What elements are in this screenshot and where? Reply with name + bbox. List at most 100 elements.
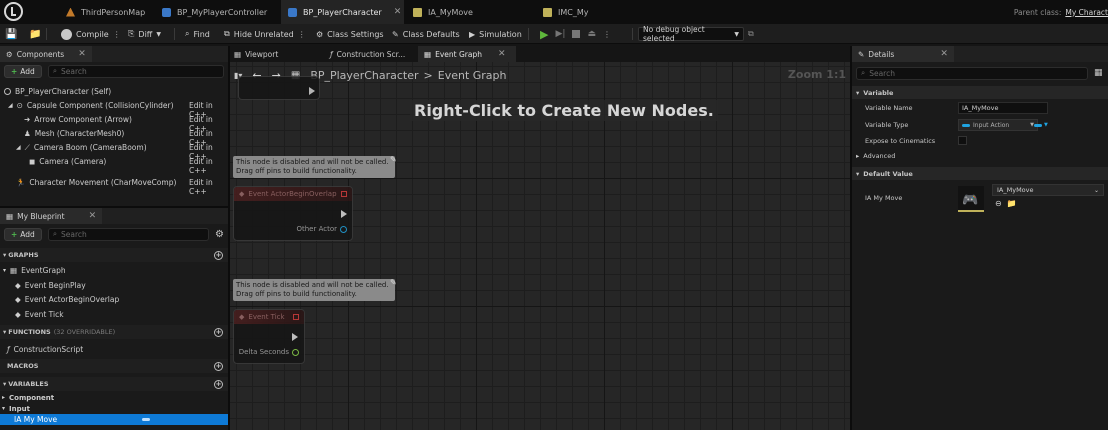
tab-construction-script[interactable]: ƒ Construction Scr...	[328, 46, 418, 62]
parent-class-link[interactable]: My Charact	[1065, 8, 1108, 17]
output-pin[interactable]: Other Actor	[296, 225, 347, 233]
browse-icon[interactable]: 📁	[1007, 199, 1017, 208]
add-member-button[interactable]: + Add	[4, 227, 42, 241]
component-item[interactable]: ◢ ⊙ Capsule Component (CollisionCylinder…	[8, 99, 174, 112]
advance-frame-icon[interactable]: ▶|	[555, 29, 565, 39]
event-item[interactable]: ◆ Event ActorBeginOverlap	[15, 293, 119, 306]
component-item[interactable]: ➜ Arrow Component (Arrow)	[24, 113, 132, 126]
edit-in-cpp-link[interactable]: Edit in C++	[189, 157, 228, 175]
component-item[interactable]: 🏃 Character Movement (CharMoveComp)	[16, 176, 176, 189]
variable-item-selected[interactable]: IA My Move	[0, 414, 228, 425]
gear-icon[interactable]: ⚙	[215, 229, 224, 240]
delegate-pin-icon[interactable]	[293, 314, 299, 320]
tab-viewport[interactable]: ▦ Viewport	[230, 46, 328, 62]
tab-bp-playercharacter[interactable]: BP_PlayerCharacter ✕	[281, 0, 404, 24]
add-graph-icon[interactable]: +	[214, 250, 223, 260]
panel-divider[interactable]	[850, 46, 852, 430]
exec-pin-icon[interactable]	[292, 333, 298, 341]
component-item[interactable]: ◼ Camera (Camera)	[29, 155, 106, 168]
panel-divider[interactable]	[0, 206, 228, 208]
output-pin[interactable]: Delta Seconds	[239, 348, 299, 356]
tab-label: Event Graph	[435, 49, 482, 59]
close-icon[interactable]: ✕	[89, 211, 97, 221]
asset-picker[interactable]: IA_MyMove ⌄	[992, 184, 1104, 196]
component-item[interactable]: ◢ ⟋ Camera Boom (CameraBoom)	[16, 141, 147, 154]
tab-label: Construction Scr...	[336, 49, 406, 59]
tab-bp-myplayercontroller[interactable]: BP_MyPlayerController	[156, 0, 274, 24]
tab-components[interactable]: ⚙ Components ✕	[0, 46, 92, 62]
save-icon[interactable]: 💾	[5, 26, 17, 42]
debug-filter-icon[interactable]: ⧉	[748, 26, 754, 42]
tab-label: Viewport	[245, 49, 279, 59]
simulation-button[interactable]: ▶ Simulation	[469, 26, 522, 42]
more-options-icon[interactable]: ⋮	[113, 30, 121, 39]
use-selected-icon[interactable]: ⊖	[995, 199, 1002, 208]
event-node-beginplay[interactable]	[238, 76, 320, 100]
browse-icon[interactable]: 📁	[29, 26, 41, 42]
add-variable-icon[interactable]: +	[214, 379, 223, 389]
my-blueprint-search-input[interactable]: ⌕ Search	[47, 227, 210, 241]
stop-icon[interactable]	[572, 30, 581, 38]
eject-icon[interactable]: ⏏	[587, 29, 596, 39]
close-icon[interactable]: ✕	[394, 7, 402, 17]
advanced-row[interactable]: ▸ Advanced	[856, 152, 895, 160]
add-macro-icon[interactable]: +	[214, 361, 223, 371]
variables-section[interactable]: ▾ VARIABLES +	[0, 377, 228, 391]
exec-pin-icon[interactable]	[309, 87, 315, 95]
property-matrix-icon[interactable]: ▦	[1094, 68, 1103, 78]
default-value-section-header[interactable]: ▾ Default Value	[852, 167, 1108, 180]
more-options-icon[interactable]: ⋮	[298, 30, 306, 39]
container-type-select[interactable]: ▼	[1034, 122, 1048, 128]
float-pin-icon[interactable]	[292, 348, 299, 356]
add-function-icon[interactable]: +	[214, 327, 223, 337]
graphs-section[interactable]: ▾ GRAPHS +	[0, 248, 228, 262]
tab-details[interactable]: ✎ Details ✕	[852, 46, 954, 62]
close-icon[interactable]: ✕	[940, 49, 948, 59]
class-defaults-button[interactable]: ✎ Class Defaults	[392, 26, 460, 42]
more-options-icon[interactable]: ⋮	[603, 30, 611, 39]
components-search-input[interactable]: ⌕ Search	[47, 64, 224, 78]
event-graph-item[interactable]: ▾ ▦ EventGraph	[3, 264, 66, 277]
add-component-button[interactable]: + Add	[4, 64, 42, 78]
functions-section[interactable]: ▾ FUNCTIONS (32 OVERRIDABLE) +	[0, 325, 228, 339]
component-item[interactable]: ♟ Mesh (CharacterMesh0)	[24, 127, 124, 140]
event-node-tick[interactable]: ◆ Event Tick Delta Seconds	[233, 309, 305, 364]
hide-unrelated-button[interactable]: ⧉ Hide Unrelated ⋮	[224, 26, 306, 42]
pin-icon[interactable]: ✎	[390, 155, 397, 164]
object-pin-icon[interactable]	[340, 225, 347, 233]
macros-section[interactable]: MACROS +	[0, 359, 228, 373]
panel-divider[interactable]	[228, 46, 230, 430]
delegate-pin-icon[interactable]	[341, 191, 347, 197]
diff-button[interactable]: ⎘ Diff ▼	[128, 26, 161, 42]
event-item[interactable]: ◆ Event Tick	[15, 308, 64, 321]
variable-name-field[interactable]: IA_MyMove	[958, 102, 1048, 114]
tab-ia-mymove[interactable]: IA_MyMove	[409, 0, 509, 24]
event-node-actorbeginoverlap[interactable]: ◆ Event ActorBeginOverlap Other Actor	[233, 186, 353, 241]
details-search-input[interactable]: ⌕ Search	[856, 66, 1088, 80]
compile-button[interactable]: Compile ⋮	[61, 26, 121, 42]
component-root[interactable]: BP_PlayerCharacter (Self)	[4, 85, 111, 98]
tab-thirdpersonmap[interactable]: ThirdPersonMap	[58, 0, 148, 24]
asset-thumbnail[interactable]: 🎮	[958, 186, 984, 212]
close-icon[interactable]: ✕	[498, 49, 506, 59]
debug-object-select[interactable]: No debug object selected ▼	[638, 25, 744, 43]
play-icon[interactable]: ▶	[540, 28, 548, 41]
tab-imc-my[interactable]: IMC_My	[541, 0, 621, 24]
function-item[interactable]: ƒ ConstructionScript	[7, 343, 83, 356]
edit-in-cpp-link[interactable]: Edit in C++	[189, 178, 228, 196]
expose-cinematics-checkbox[interactable]	[958, 136, 967, 145]
event-item[interactable]: ◆ Event BeginPlay	[15, 279, 86, 292]
variable-section-header[interactable]: ▾ Variable	[852, 86, 1108, 99]
breadcrumb-root[interactable]: BP_PlayerCharacter	[310, 69, 418, 82]
tab-event-graph[interactable]: ▦ Event Graph ✕	[418, 46, 516, 62]
variable-type-select[interactable]: Input Action ▼	[958, 119, 1038, 131]
exec-pin-icon[interactable]	[341, 210, 347, 218]
expand-arrow-icon[interactable]: ◢	[16, 144, 21, 151]
close-icon[interactable]: ✕	[78, 49, 86, 59]
find-button[interactable]: ⌕ Find	[185, 26, 210, 42]
class-settings-button[interactable]: ⚙ Class Settings	[316, 26, 384, 42]
event-graph-canvas[interactable]: ▮▾ ← → ▦ BP_PlayerCharacter > Event Grap…	[230, 62, 850, 430]
pin-icon[interactable]: ✎	[390, 278, 397, 287]
tab-my-blueprint[interactable]: ▦ My Blueprint ✕	[0, 208, 103, 224]
expand-arrow-icon[interactable]: ◢	[8, 102, 13, 109]
